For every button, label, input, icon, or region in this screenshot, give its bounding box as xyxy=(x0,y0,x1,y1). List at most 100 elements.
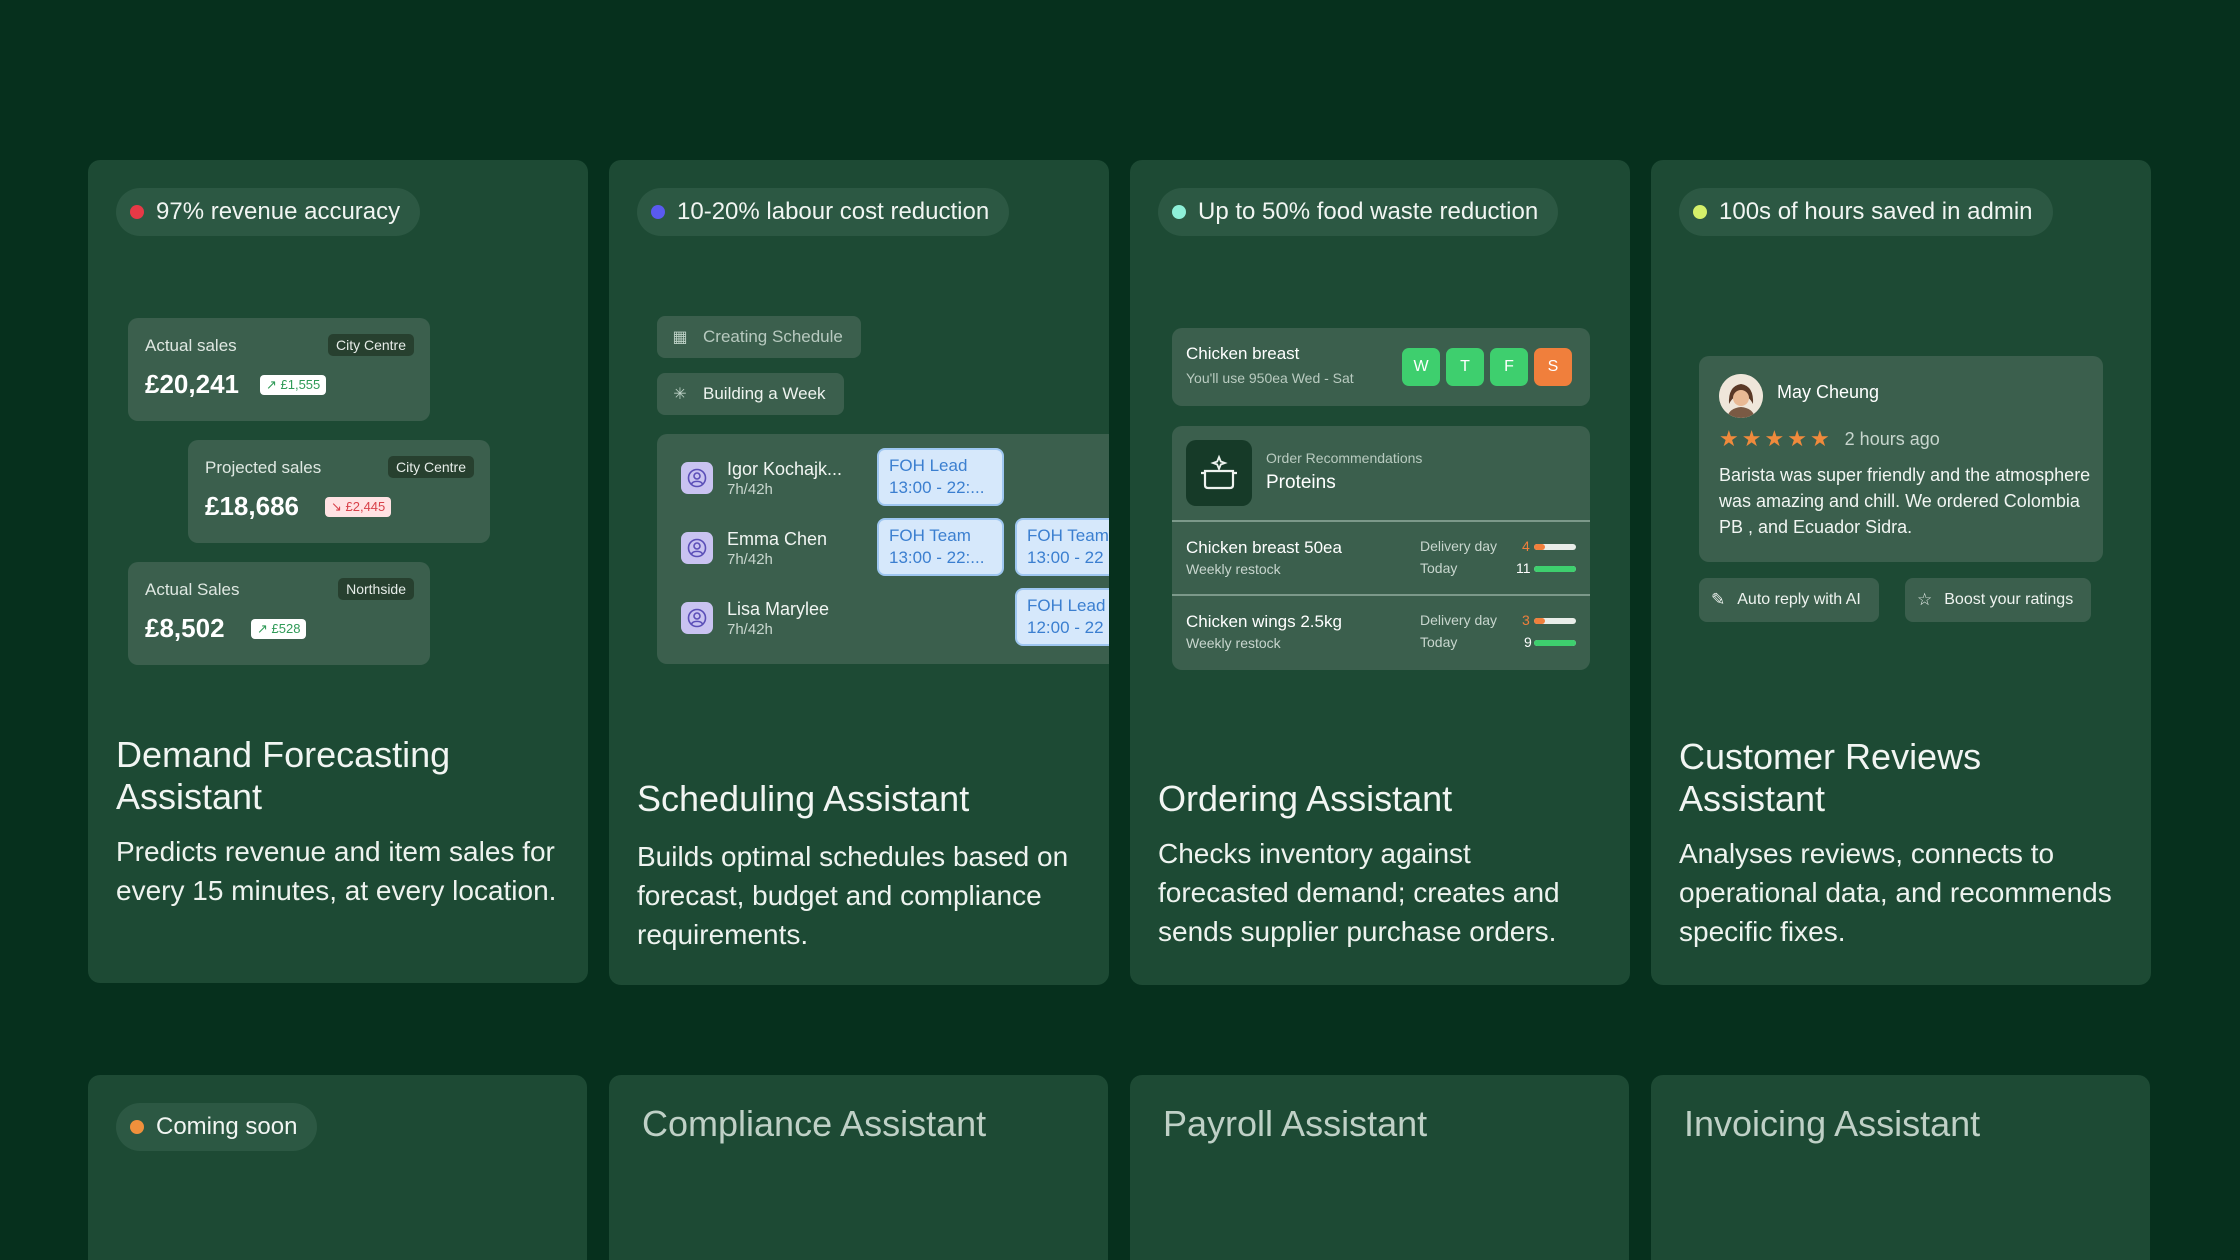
staff-row: Emma Chen 7h/42h xyxy=(681,528,827,570)
order-item-name: Chicken wings 2.5kg xyxy=(1186,612,1342,631)
shift-time: 13:00 - 22:... xyxy=(889,548,985,567)
usage-text: You'll use 950ea Wed - Sat xyxy=(1186,370,1354,386)
boost-ratings-button[interactable]: ☆ Boost your ratings xyxy=(1905,578,2092,622)
status-dot xyxy=(651,205,665,219)
stat-pill: Up to 50% food waste reduction xyxy=(1158,188,1559,236)
schedule-grid: Igor Kochajk... 7h/42h Emma Chen 7h/42h … xyxy=(657,434,1109,664)
delivery-day-label: Delivery day xyxy=(1420,538,1498,554)
coming-soon-card: Coming soon xyxy=(88,1075,587,1260)
step-label: Building a Week xyxy=(703,384,826,403)
card-title: Compliance Assistant xyxy=(642,1103,987,1144)
staff-name: Emma Chen xyxy=(727,529,828,549)
forecast-value: £8,502 xyxy=(145,613,225,643)
shift-role: FOH Lead xyxy=(889,456,968,475)
order-row[interactable]: Chicken breast 50ea Weekly restock Deliv… xyxy=(1172,520,1590,594)
order-item-sub: Weekly restock xyxy=(1186,635,1281,651)
order-item-name: Chicken breast 50ea xyxy=(1186,538,1342,557)
card-title: Payroll Assistant xyxy=(1163,1103,1428,1144)
shift-block[interactable]: FOH Team 13:00 - 22 xyxy=(1015,518,1109,576)
compliance-card: Compliance Assistant xyxy=(609,1075,1108,1260)
rec-label: Order Recommendations xyxy=(1266,450,1423,466)
status-dot xyxy=(130,1120,144,1134)
auto-reply-button[interactable]: ✎ Auto reply with AI xyxy=(1699,578,1879,622)
coming-soon-label: Coming soon xyxy=(156,1113,298,1140)
shift-role: FOH Team xyxy=(1027,526,1109,545)
review-text: Barista was super friendly and the atmos… xyxy=(1719,465,2091,537)
day-chip-fri[interactable]: F xyxy=(1490,348,1528,386)
user-icon xyxy=(681,602,713,634)
staff-row: Lisa Marylee 7h/42h xyxy=(681,598,829,640)
forecast-label: Actual Sales xyxy=(145,580,240,599)
button-label: Boost your ratings xyxy=(1944,591,2074,608)
card-title: Invoicing Assistant xyxy=(1684,1103,1981,1144)
card-description: Predicts revenue and item sales for ever… xyxy=(116,836,557,906)
forecast-label: Projected sales xyxy=(205,458,322,477)
location-badge: City Centre xyxy=(387,456,474,478)
ordering-card: Up to 50% food waste reduction Chicken b… xyxy=(1130,160,1630,985)
day-chip-thu[interactable]: T xyxy=(1446,348,1484,386)
card-title: Ordering Assistant xyxy=(1158,778,1453,819)
shift-block[interactable]: FOH Lead 12:00 - 22 xyxy=(1015,588,1109,646)
reviewer-name: May Cheung xyxy=(1777,382,1880,402)
card-title: Customer Reviews Assistant xyxy=(1679,736,1982,819)
day-chip-wed[interactable]: W xyxy=(1402,348,1440,386)
delivery-bar xyxy=(1534,618,1576,624)
shift-time: 12:00 - 22 xyxy=(1027,618,1104,637)
star-icon: ★ xyxy=(1741,426,1762,451)
delivery-bar xyxy=(1534,544,1576,550)
order-recommendations: Order Recommendations Proteins Chicken b… xyxy=(1172,426,1590,670)
star-icon: ★ xyxy=(1787,426,1807,451)
card-description: Checks inventory against forecasted dema… xyxy=(1158,838,1560,947)
card-title: Demand Forecasting Assistant xyxy=(116,734,451,817)
payroll-card: Payroll Assistant xyxy=(1130,1075,1629,1260)
staff-hours: 7h/42h xyxy=(727,551,773,568)
forecast-widget: Actual Sales Northside £8,502 ↗ £528 xyxy=(128,562,430,665)
staff-hours: 7h/42h xyxy=(727,481,773,498)
today-qty: 9 xyxy=(1524,634,1532,650)
staff-row: Igor Kochajk... 7h/42h xyxy=(681,458,842,500)
magic-wand-icon: ✎ xyxy=(1711,590,1726,609)
status-dot xyxy=(1693,205,1707,219)
delivery-qty: 3 xyxy=(1522,612,1530,628)
today-label: Today xyxy=(1420,560,1458,576)
shift-block[interactable]: FOH Team 13:00 - 22:... xyxy=(877,518,1004,576)
avatar xyxy=(1719,374,1763,418)
coming-soon-pill: Coming soon xyxy=(116,1103,318,1151)
stat-pill-label: 97% revenue accuracy xyxy=(156,198,401,225)
stat-pill: 10-20% labour cost reduction xyxy=(637,188,1010,236)
star-icon: ★ xyxy=(1809,426,1830,451)
forecast-value: £20,241 xyxy=(145,369,239,399)
today-label: Today xyxy=(1420,634,1458,650)
card-title: Scheduling Assistant xyxy=(637,778,970,819)
staff-hours: 7h/42h xyxy=(727,621,773,638)
shift-time: 13:00 - 22:... xyxy=(889,478,985,497)
star-icon: ★ xyxy=(1764,426,1785,451)
building-week-step: ✳ Building a Week xyxy=(657,373,844,415)
status-dot xyxy=(1172,205,1186,219)
stat-pill: 97% revenue accuracy xyxy=(116,188,421,236)
forecast-widget: Projected sales City Centre £18,686 ↘ £2… xyxy=(188,440,490,543)
step-label: Creating Schedule xyxy=(703,327,843,346)
forecast-widget: Actual sales City Centre £20,241 ↗ £1,55… xyxy=(128,318,430,421)
delivery-qty: 4 xyxy=(1522,538,1530,554)
delta-badge: ↗ £528 xyxy=(251,619,307,639)
order-row[interactable]: Chicken wings 2.5kg Weekly restock Deliv… xyxy=(1172,594,1590,668)
star-icon: ★ xyxy=(1719,426,1739,451)
status-dot xyxy=(130,205,144,219)
button-label: Auto reply with AI xyxy=(1737,591,1861,608)
shift-time: 13:00 - 22 xyxy=(1027,548,1104,567)
stat-pill: 100s of hours saved in admin xyxy=(1679,188,2053,236)
user-icon xyxy=(681,462,713,494)
shift-role: FOH Lead xyxy=(1027,596,1106,615)
location-badge: Northside xyxy=(338,578,414,600)
forecast-label: Actual sales xyxy=(145,336,237,355)
shift-block[interactable]: FOH Lead 13:00 - 22:... xyxy=(877,448,1004,506)
scheduling-card: 10-20% labour cost reduction ▦ Creating … xyxy=(609,160,1109,985)
day-chip-sat[interactable]: S xyxy=(1534,348,1572,386)
order-item-sub: Weekly restock xyxy=(1186,561,1281,577)
creating-schedule-step: ▦ Creating Schedule xyxy=(657,316,861,358)
forecast-value: £18,686 xyxy=(205,491,299,521)
rec-category: Proteins xyxy=(1266,472,1336,493)
usage-item: Chicken breast xyxy=(1186,344,1300,363)
invoicing-card: Invoicing Assistant xyxy=(1651,1075,2150,1260)
